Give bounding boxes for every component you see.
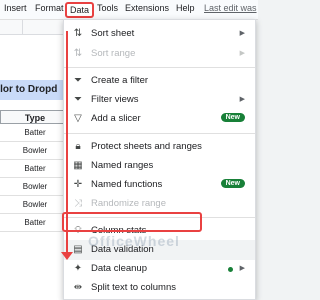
filter-views-icon: ⏷ <box>74 94 82 105</box>
status-dot-icon <box>228 267 233 272</box>
menu-help[interactable]: Help <box>176 3 195 13</box>
menu-format[interactable]: Format <box>35 3 64 13</box>
menu-item-label: Split text to columns <box>91 282 177 293</box>
menu-item-randomize-range[interactable]: ⤨ Randomize range <box>64 194 255 214</box>
table-row[interactable]: Bowler <box>0 196 70 214</box>
new-badge: New <box>220 179 245 188</box>
sort-icon: ⇅ <box>73 28 83 39</box>
last-edit-link[interactable]: Last edit was <box>204 3 257 13</box>
annotation-arrow-head-icon <box>61 252 73 260</box>
menu-item-add-slicer[interactable]: ▽ Add a slicer New <box>64 109 255 129</box>
named-ranges-icon: ▦ <box>73 160 83 171</box>
menu-item-data-cleanup[interactable]: ✦ Data cleanup ▶ <box>64 259 255 279</box>
table-row[interactable]: Bowler <box>0 142 70 160</box>
data-validation-highlight <box>62 212 202 232</box>
column-header-bar <box>0 20 70 35</box>
column-divider <box>22 20 23 34</box>
menu-item-label: Sort sheet <box>91 28 135 39</box>
split-columns-icon: ⇹ <box>73 282 83 293</box>
menu-data[interactable]: Data <box>65 2 95 18</box>
table-row[interactable]: Batter <box>0 214 70 232</box>
slicer-icon: ▽ <box>74 113 82 124</box>
submenu-arrow-icon: ▶ <box>239 265 245 272</box>
menu-item-label: Create a filter <box>91 75 149 86</box>
shuffle-icon: ⤨ <box>74 198 82 209</box>
menu-item-create-filter[interactable]: ⏷ Create a filter <box>64 71 255 91</box>
annotation-arrow-line <box>66 31 68 254</box>
menu-item-protect-sheets[interactable]: 🔒︎ Protect sheets and ranges <box>64 137 255 157</box>
menu-separator <box>64 67 255 68</box>
menu-item-filter-views[interactable]: ⏷ Filter views ▶ <box>64 90 255 110</box>
filter-icon: ⏷ <box>74 75 82 86</box>
menu-item-named-functions[interactable]: ✛ Named functions New <box>64 175 255 195</box>
officewheel-watermark: OfficeWheel <box>88 233 180 249</box>
menu-item-label: Data cleanup <box>91 263 147 274</box>
submenu-arrow-icon: ▶ <box>239 30 245 37</box>
menu-item-label: Named ranges <box>91 160 154 171</box>
menu-item-label: Filter views <box>91 94 139 105</box>
menu-separator <box>64 133 255 134</box>
menu-item-label: Add a slicer <box>91 113 141 124</box>
menu-item-sort-sheet[interactable]: ⇅ Sort sheet ▶ <box>64 24 255 44</box>
menu-insert[interactable]: Insert <box>4 3 27 13</box>
data-validation-icon: ▤ <box>73 244 83 255</box>
lock-icon: 🔒︎ <box>75 141 81 152</box>
sort-range-icon: ⇅ <box>73 48 83 59</box>
menu-item-label: Protect sheets and ranges <box>91 141 202 152</box>
menu-bar: Insert Format Data Tools Extensions Help… <box>0 0 258 20</box>
menu-item-split-text[interactable]: ⇹ Split text to columns <box>64 278 255 298</box>
new-badge: New <box>220 113 245 122</box>
type-header-cell[interactable]: Type <box>0 110 70 124</box>
menu-item-named-ranges[interactable]: ▦ Named ranges <box>64 156 255 176</box>
cleanup-icon: ✦ <box>73 263 83 274</box>
data-menu-dropdown: ⇅ Sort sheet ▶ ⇅ Sort range ▶ ⏷ Create a… <box>63 19 256 300</box>
spreadsheet-grid[interactable]: olor to Dropd Type Batter Bowler Batter … <box>0 20 70 300</box>
table-row[interactable]: Batter <box>0 124 70 142</box>
function-icon: ✛ <box>73 179 83 190</box>
menu-item-sort-range[interactable]: ⇅ Sort range ▶ <box>64 44 255 64</box>
menu-item-label: Named functions <box>91 179 163 190</box>
submenu-arrow-icon: ▶ <box>239 96 245 103</box>
submenu-arrow-icon: ▶ <box>239 50 245 57</box>
title-cell[interactable]: olor to Dropd <box>0 80 70 100</box>
menu-item-label: Randomize range <box>91 198 166 209</box>
menu-tools[interactable]: Tools <box>97 3 118 13</box>
type-column: Batter Bowler Batter Bowler Bowler Batte… <box>0 124 70 232</box>
menu-item-label: Sort range <box>91 48 136 59</box>
menu-extensions[interactable]: Extensions <box>125 3 169 13</box>
table-row[interactable]: Batter <box>0 160 70 178</box>
table-row[interactable]: Bowler <box>0 178 70 196</box>
